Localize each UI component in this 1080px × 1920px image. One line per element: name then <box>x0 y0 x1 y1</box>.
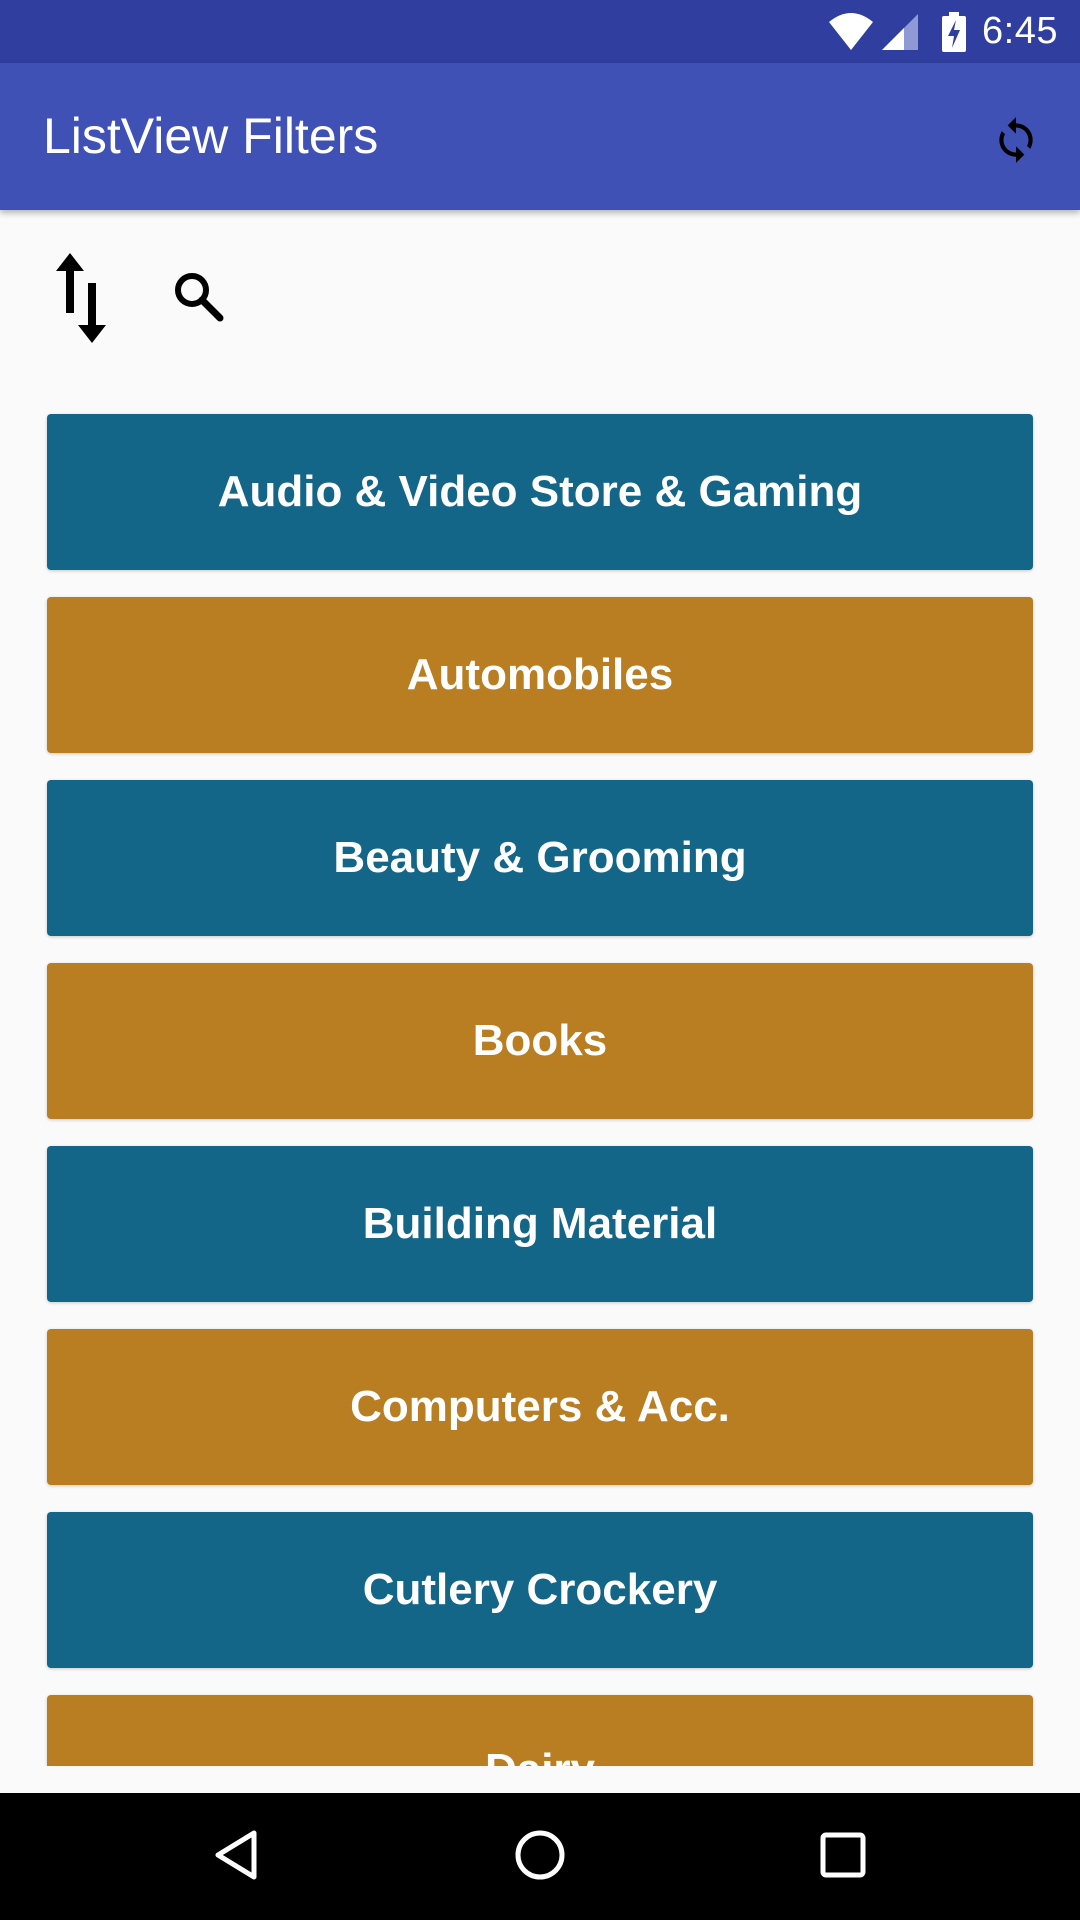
list-item[interactable]: Beauty & Grooming <box>47 780 1033 936</box>
battery-charging-icon <box>942 11 967 52</box>
list-item-label: Books <box>472 1016 608 1065</box>
refresh-button[interactable] <box>975 101 1057 183</box>
filter-toolbar <box>0 210 1080 390</box>
sort-button[interactable] <box>40 250 122 350</box>
back-icon <box>212 1829 260 1886</box>
sort-icon <box>50 252 112 348</box>
list-item[interactable]: Audio & Video Store & Gaming <box>47 414 1033 570</box>
search-button[interactable] <box>160 260 236 336</box>
category-list[interactable]: Audio & Video Store & Gaming Automobiles… <box>0 390 1080 1766</box>
status-icons: 6:45 <box>828 0 1080 63</box>
list-item[interactable]: Books <box>47 963 1033 1119</box>
list-item-label: Dairy <box>485 1745 595 1766</box>
list-item-label: Building Material <box>362 1199 718 1248</box>
status-bar: 6:45 <box>0 0 1080 63</box>
navigation-bar <box>0 1793 1080 1920</box>
app-title: ListView Filters <box>43 108 379 164</box>
list-item[interactable]: Building Material <box>47 1146 1033 1302</box>
recents-button[interactable] <box>803 1817 883 1897</box>
status-time: 6:45 <box>982 10 1058 52</box>
list-item[interactable]: Automobiles <box>47 597 1033 753</box>
app-bar: ListView Filters <box>0 63 1080 210</box>
refresh-icon <box>991 112 1041 173</box>
list-item[interactable]: Computers & Acc. <box>47 1329 1033 1485</box>
list-item[interactable]: Dairy <box>47 1695 1033 1766</box>
list-item-label: Cutlery Crockery <box>362 1565 718 1614</box>
recents-icon <box>820 1832 866 1883</box>
list-item-label: Automobiles <box>406 650 674 699</box>
wifi-icon <box>828 12 874 52</box>
cell-signal-icon <box>880 12 920 52</box>
search-icon <box>172 270 224 327</box>
home-button[interactable] <box>500 1817 580 1897</box>
back-button[interactable] <box>196 1817 276 1897</box>
list-item-label: Beauty & Grooming <box>333 833 747 882</box>
list-item-label: Computers & Acc. <box>350 1382 730 1431</box>
list-item[interactable]: Cutlery Crockery <box>47 1512 1033 1668</box>
list-item-label: Audio & Video Store & Gaming <box>217 467 863 516</box>
home-icon <box>514 1829 566 1886</box>
